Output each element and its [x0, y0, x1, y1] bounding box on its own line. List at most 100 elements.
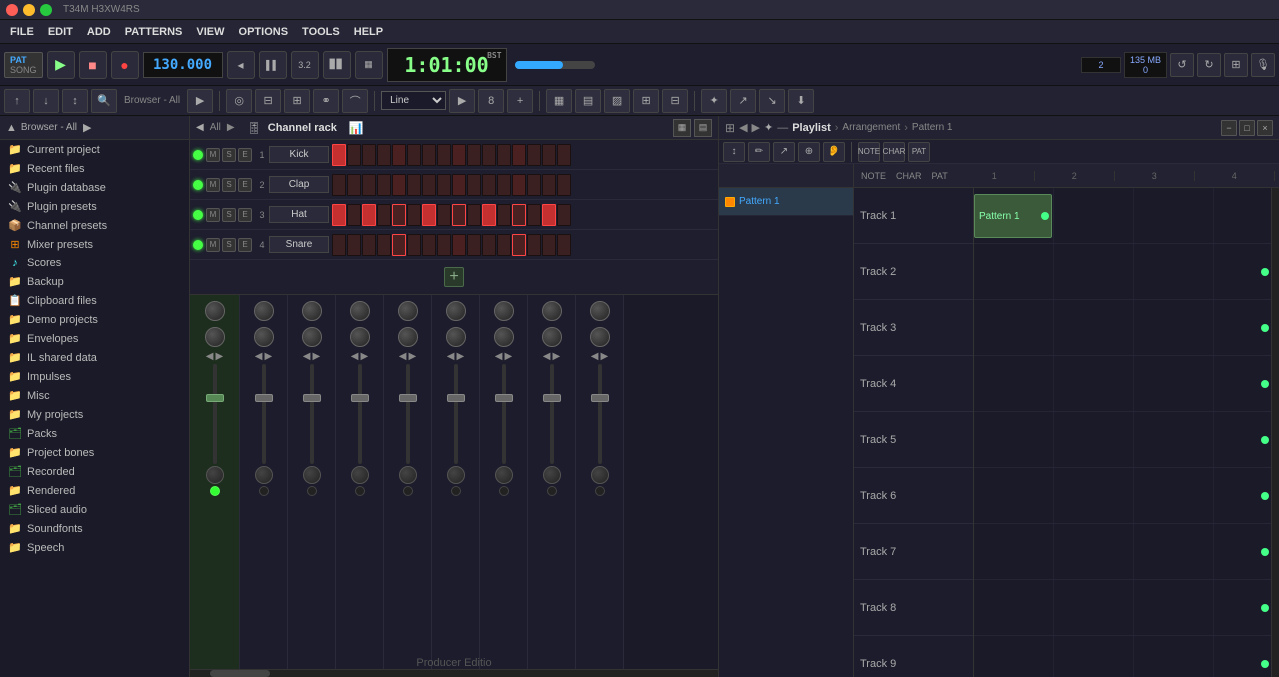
- pad-kick-10[interactable]: [467, 144, 481, 166]
- mixer-knob-6-1[interactable]: [446, 301, 466, 321]
- download-btn[interactable]: ⬇: [788, 89, 814, 113]
- mixer-arrow-left-6[interactable]: ◀: [447, 351, 455, 362]
- mixer-arrow-left-3[interactable]: ◀: [303, 351, 311, 362]
- pad-kick-7[interactable]: [422, 144, 436, 166]
- mixer-knob-3-1[interactable]: [302, 301, 322, 321]
- pattern-grid[interactable]: Pattern 1: [974, 188, 1271, 677]
- search-btn[interactable]: 🔍: [91, 89, 117, 113]
- pad-snare-10[interactable]: [467, 234, 481, 256]
- menu-add[interactable]: ADD: [81, 24, 117, 40]
- pad-clap-9[interactable]: [452, 174, 466, 196]
- mixer-fader-1-handle[interactable]: [206, 394, 224, 402]
- pl-tool-zoom[interactable]: ⊕: [798, 142, 820, 162]
- pattern-track-6[interactable]: [974, 468, 1271, 524]
- pad-kick-8[interactable]: [437, 144, 451, 166]
- grid-col-8-3[interactable]: [1134, 580, 1214, 635]
- sidebar-item-scores[interactable]: ♪ Scores: [0, 254, 189, 272]
- cs-name-snare[interactable]: Snare: [269, 236, 329, 253]
- close-traffic-light[interactable]: [6, 4, 18, 16]
- grid-col-9-1[interactable]: [974, 636, 1054, 677]
- menu-edit[interactable]: EDIT: [42, 24, 79, 40]
- mixer-knob-2-1[interactable]: [254, 301, 274, 321]
- sidebar-item-my-projects[interactable]: 📁 My projects: [0, 405, 189, 424]
- pl-tool-char[interactable]: CHAR: [883, 142, 905, 162]
- grid-col-5-3[interactable]: [1134, 412, 1214, 467]
- pad-kick-4[interactable]: [377, 144, 391, 166]
- track-row-4[interactable]: Track 4: [854, 356, 973, 412]
- snap-plus-btn[interactable]: +: [507, 89, 533, 113]
- line-mode-btn[interactable]: ▶: [449, 89, 475, 113]
- sidebar-item-il-shared-data[interactable]: 📁 IL shared data: [0, 348, 189, 367]
- grid-col-6-1[interactable]: [974, 468, 1054, 523]
- mixer-fader-6-handle[interactable]: [447, 394, 465, 402]
- mixer-arrow-right-2[interactable]: ▶: [265, 351, 273, 362]
- pad-kick-2[interactable]: [347, 144, 361, 166]
- menu-tools[interactable]: TOOLS: [296, 24, 346, 40]
- cs-name-hat[interactable]: Hat: [269, 206, 329, 223]
- step-extra-btn[interactable]: ⊟: [662, 89, 688, 113]
- record-button[interactable]: ●: [111, 51, 139, 79]
- sidebar-item-rendered[interactable]: 📁 Rendered: [0, 481, 189, 500]
- mixer-knob-3-2[interactable]: [302, 327, 322, 347]
- effect2-btn[interactable]: ↗: [730, 89, 756, 113]
- cs-env-snare[interactable]: E: [238, 238, 252, 252]
- cs-env-clap[interactable]: E: [238, 178, 252, 192]
- menu-patterns[interactable]: PATTERNS: [119, 24, 189, 40]
- track-row-8[interactable]: Track 8: [854, 580, 973, 636]
- browse-right-btn[interactable]: ▶: [187, 89, 213, 113]
- pad-hat-3[interactable]: [362, 204, 376, 226]
- volume-slider[interactable]: [515, 61, 595, 69]
- mixer-fader-2-handle[interactable]: [255, 394, 273, 402]
- plus-tool-btn[interactable]: ⊞: [284, 89, 310, 113]
- grid-col-1-3[interactable]: [1134, 188, 1214, 243]
- effect-btn[interactable]: ✦: [701, 89, 727, 113]
- pl-tool-pencil[interactable]: ✏: [748, 142, 770, 162]
- mixer-btn[interactable]: ▊▊: [323, 51, 351, 79]
- mixer-fader-9-handle[interactable]: [591, 394, 609, 402]
- cr-btn-1[interactable]: ▦: [673, 119, 691, 137]
- pad-hat-8[interactable]: [437, 204, 451, 226]
- sidebar-item-backup[interactable]: 📁 Backup: [0, 272, 189, 291]
- mixer-knob-1-2[interactable]: [205, 327, 225, 347]
- pad-clap-8[interactable]: [437, 174, 451, 196]
- mixer-fader-3-handle[interactable]: [303, 394, 321, 402]
- pad-snare-3[interactable]: [362, 234, 376, 256]
- mixer-knob-1-1[interactable]: [205, 301, 225, 321]
- pad-clap-15[interactable]: [542, 174, 556, 196]
- mixer-knob-4-2[interactable]: [350, 327, 370, 347]
- link-btn[interactable]: ⚭: [313, 89, 339, 113]
- cs-name-clap[interactable]: Clap: [269, 176, 329, 193]
- mixer-bot-knob-3[interactable]: [303, 466, 321, 484]
- mixer-bot-knob-1[interactable]: [206, 466, 224, 484]
- pad-clap-6[interactable]: [407, 174, 421, 196]
- mixer-arrow-right-6[interactable]: ▶: [457, 351, 465, 362]
- play-button[interactable]: ▶: [47, 51, 75, 79]
- pad-snare-1[interactable]: [332, 234, 346, 256]
- menu-help[interactable]: HELP: [348, 24, 389, 40]
- cs-mute-snare[interactable]: M: [206, 238, 220, 252]
- sidebar-item-envelopes[interactable]: 📁 Envelopes: [0, 329, 189, 348]
- grid-col-2-1[interactable]: [974, 244, 1054, 299]
- mixer-arrow-right-5[interactable]: ▶: [409, 351, 417, 362]
- pad-clap-7[interactable]: [422, 174, 436, 196]
- sidebar-item-sliced-audio[interactable]: 🗂 Sliced audio: [0, 500, 189, 519]
- sidebar-item-recent-files[interactable]: 📁 Recent files: [0, 159, 189, 178]
- track-row-5[interactable]: Track 5: [854, 412, 973, 468]
- grid-col-7-2[interactable]: [1054, 524, 1134, 579]
- pattern-track-4[interactable]: [974, 356, 1271, 412]
- cs-solo-snare[interactable]: S: [222, 238, 236, 252]
- pad-hat-6[interactable]: [407, 204, 421, 226]
- pad-clap-4[interactable]: [377, 174, 391, 196]
- pl-tool-note[interactable]: NOTE: [858, 142, 880, 162]
- mixer-fader-5-handle[interactable]: [399, 394, 417, 402]
- pattern-list-item-1[interactable]: Pattern 1: [719, 188, 853, 216]
- sidebar-arrow[interactable]: ▲: [6, 122, 17, 134]
- pl-tool-cursor[interactable]: ↗: [773, 142, 795, 162]
- mixer-arrow-right-4[interactable]: ▶: [361, 351, 369, 362]
- mixer-arrow-right-7[interactable]: ▶: [505, 351, 513, 362]
- pattern-track-5[interactable]: [974, 412, 1271, 468]
- step-mixer-btn[interactable]: ▨: [604, 89, 630, 113]
- mixer-bot-knob-2[interactable]: [255, 466, 273, 484]
- pad-clap-1[interactable]: [332, 174, 346, 196]
- pad-snare-14[interactable]: [527, 234, 541, 256]
